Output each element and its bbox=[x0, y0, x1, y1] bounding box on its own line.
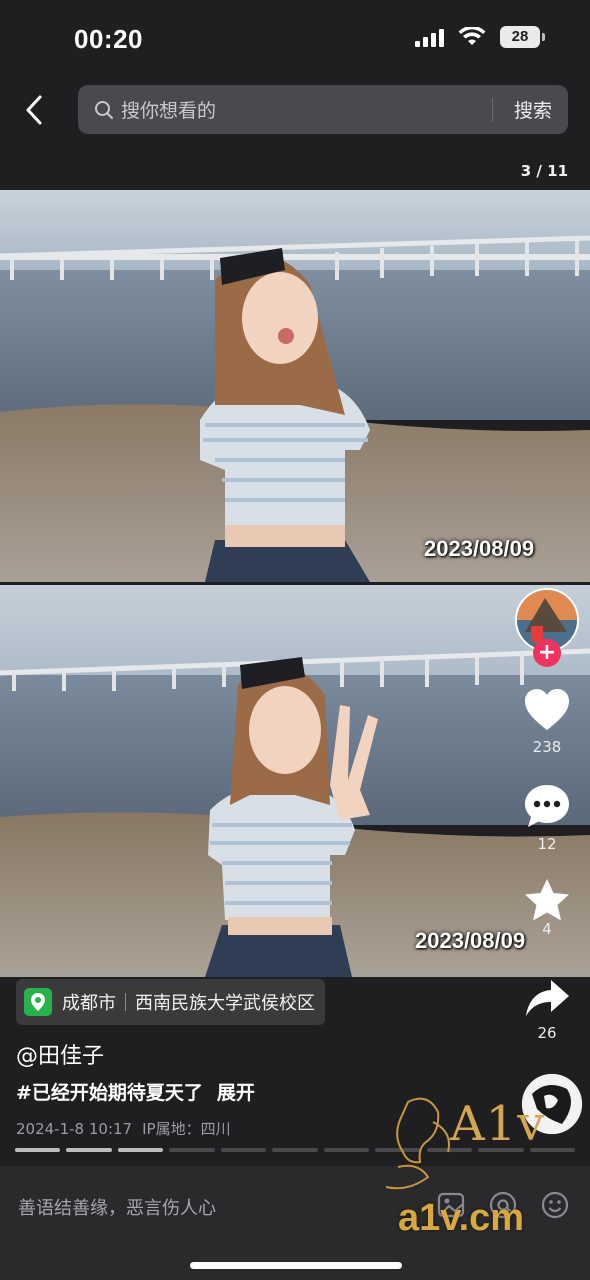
caption-hashtag[interactable]: #已经开始期待夏天了 bbox=[16, 1082, 203, 1104]
status-time: 00:20 bbox=[74, 24, 143, 54]
progress-segment bbox=[220, 1148, 267, 1152]
progress-segment bbox=[426, 1148, 473, 1152]
author-name[interactable]: @田佳子 bbox=[16, 1038, 104, 1070]
progress-segment bbox=[478, 1148, 524, 1152]
post-caption: #已经开始期待夏天了 展开 bbox=[16, 1078, 255, 1105]
photo-2[interactable]: 2023/08/09 bbox=[0, 585, 590, 977]
favorite-count: 4 bbox=[542, 920, 552, 938]
expand-button[interactable]: 展开 bbox=[217, 1082, 255, 1104]
progress-segment bbox=[15, 1148, 61, 1152]
share-button[interactable]: 26 bbox=[512, 978, 582, 1042]
progress-segment bbox=[272, 1148, 318, 1152]
chevron-left-icon bbox=[26, 95, 42, 125]
share-icon bbox=[526, 980, 569, 1016]
search-button[interactable]: 搜索 bbox=[514, 96, 552, 123]
post-date: 2024-1-8 10:17 bbox=[16, 1120, 133, 1138]
progress-segment bbox=[323, 1148, 370, 1152]
location-tag[interactable]: 成都市 西南民族大学武侯校区 bbox=[16, 979, 325, 1025]
back-button[interactable] bbox=[18, 90, 50, 130]
top-bar: 搜你想看的 搜索 bbox=[0, 80, 590, 140]
status-bar: 00:20 28 bbox=[0, 0, 590, 80]
home-indicator bbox=[190, 1262, 402, 1269]
like-count: 238 bbox=[532, 738, 562, 756]
photo-1-date-stamp: 2023/08/09 bbox=[424, 536, 535, 561]
photo-2-date-stamp: 2023/08/09 bbox=[415, 928, 526, 953]
image-icon[interactable] bbox=[434, 1188, 468, 1222]
ip-location: IP属地：四川 bbox=[142, 1120, 231, 1138]
wifi-icon bbox=[458, 27, 486, 45]
music-disc-image bbox=[522, 1074, 582, 1134]
progress-segment bbox=[375, 1148, 421, 1152]
follow-button[interactable]: + bbox=[533, 639, 561, 667]
star-icon bbox=[525, 879, 569, 921]
progress-segment bbox=[117, 1148, 164, 1152]
like-button[interactable]: 238 bbox=[512, 688, 582, 756]
location-divider bbox=[125, 993, 126, 1011]
mention-icon[interactable] bbox=[486, 1188, 520, 1222]
search-divider bbox=[492, 98, 493, 122]
page-counter: 3 / 11 bbox=[520, 162, 568, 180]
post-meta: 2024-1-8 10:17 IP属地：四川 bbox=[16, 1118, 231, 1139]
music-disc[interactable] bbox=[520, 1072, 584, 1136]
signal-icon bbox=[415, 27, 444, 47]
status-icons: 28 bbox=[415, 26, 545, 48]
progress-segment bbox=[169, 1148, 215, 1152]
progress-segment bbox=[66, 1148, 112, 1152]
photo-1[interactable]: 2023/08/09 bbox=[0, 190, 590, 582]
heart-icon bbox=[525, 689, 569, 730]
battery-icon: 28 bbox=[500, 26, 545, 48]
photo-2-image bbox=[0, 585, 590, 977]
favorite-button[interactable]: 4 bbox=[512, 878, 582, 938]
comment-input[interactable]: 善语结善缘，恶言伤人心 bbox=[18, 1194, 216, 1220]
comment-count: 12 bbox=[537, 835, 557, 853]
gallery-progress bbox=[15, 1148, 575, 1152]
comment-icon bbox=[525, 785, 569, 827]
share-count: 26 bbox=[537, 1024, 557, 1042]
photo-1-image bbox=[0, 190, 590, 582]
location-pin-icon bbox=[24, 988, 52, 1016]
comment-button[interactable]: 12 bbox=[512, 783, 582, 853]
search-placeholder: 搜你想看的 bbox=[121, 100, 217, 122]
location-city: 成都市 bbox=[62, 993, 116, 1014]
search-input[interactable]: 搜你想看的 搜索 bbox=[78, 85, 568, 134]
comment-icons bbox=[434, 1188, 572, 1222]
emoji-icon[interactable] bbox=[538, 1188, 572, 1222]
location-place: 西南民族大学武侯校区 bbox=[135, 993, 315, 1014]
progress-segment bbox=[529, 1148, 575, 1152]
search-icon bbox=[95, 101, 113, 119]
